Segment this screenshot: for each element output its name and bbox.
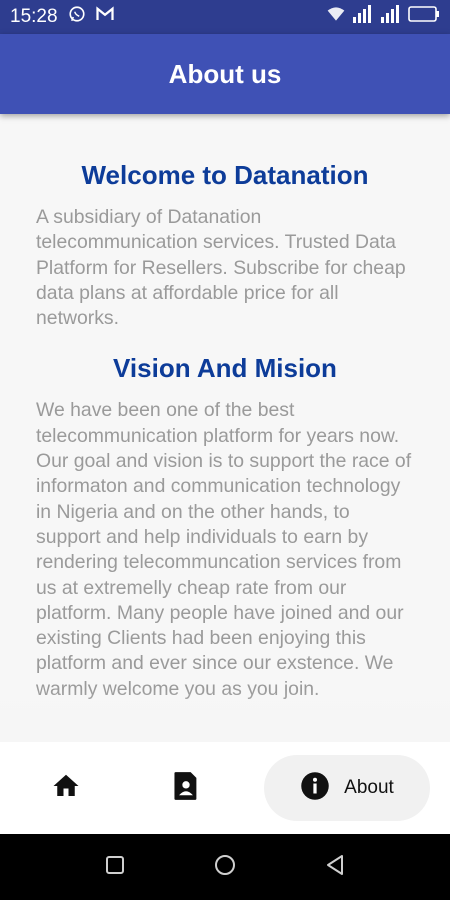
gmail-icon <box>95 6 114 28</box>
status-left: 15:28 <box>10 5 114 29</box>
vision-heading: Vision And Mision <box>113 353 337 384</box>
app-bar: About us <box>0 34 450 114</box>
nav-about-button[interactable]: About <box>264 755 430 821</box>
nav-home-button[interactable] <box>16 742 116 834</box>
square-icon <box>105 855 125 880</box>
status-bar: 15:28 <box>0 0 450 34</box>
home-system-button[interactable] <box>205 847 245 887</box>
welcome-text: A subsidiary of Datanation telecommunica… <box>36 206 406 330</box>
battery-icon <box>408 6 440 28</box>
system-nav-bar <box>0 834 450 900</box>
signal-icon <box>380 5 402 29</box>
about-content[interactable]: Welcome to Datanation A subsidiary of Da… <box>0 114 450 742</box>
status-time: 15:28 <box>10 6 58 27</box>
vision-text: We have been one of the best telecommuni… <box>36 399 412 700</box>
recent-apps-button[interactable] <box>95 847 135 887</box>
signal-icon <box>352 5 374 29</box>
status-right <box>326 5 440 29</box>
wifi-icon <box>326 5 346 29</box>
home-icon <box>51 771 81 806</box>
nav-about-label: About <box>344 777 394 798</box>
circle-icon <box>214 854 236 881</box>
back-button[interactable] <box>315 847 355 887</box>
page-title: About us <box>168 58 282 89</box>
info-icon <box>300 771 330 806</box>
nav-contact-button[interactable] <box>136 742 236 834</box>
welcome-heading: Welcome to Datanation <box>81 160 369 190</box>
whatsapp-icon <box>68 5 86 29</box>
contact-icon <box>172 771 200 806</box>
back-triangle-icon <box>325 854 345 881</box>
bottom-nav: About <box>0 742 450 834</box>
